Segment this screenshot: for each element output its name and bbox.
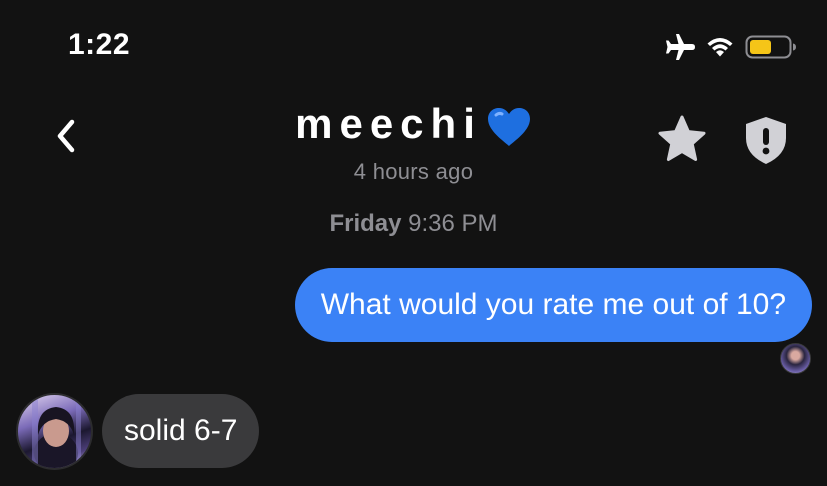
contact-name: meechi: [295, 100, 482, 147]
airplane-mode-icon: [663, 32, 695, 62]
contact-avatar[interactable]: [16, 393, 93, 470]
wifi-icon: [705, 35, 735, 59]
avatar-photo: [32, 395, 81, 468]
status-time: 1:22: [68, 28, 131, 61]
date-divider: Friday 9:36 PM: [0, 210, 827, 238]
star-icon: [656, 115, 708, 170]
incoming-message-bubble[interactable]: solid 6-7: [102, 394, 260, 468]
favorite-button[interactable]: [656, 114, 708, 166]
read-receipt-avatar: [780, 343, 811, 374]
blue-heart-icon: [486, 106, 532, 153]
chat-screen: 1:22 meechi 4 hours ago Friday 9:36 PM W…: [0, 0, 827, 486]
date-divider-time: 9:36 PM: [408, 210, 498, 237]
date-divider-day: Friday: [329, 210, 402, 237]
shield-alert-icon: [742, 117, 790, 170]
safety-button[interactable]: [742, 114, 790, 166]
outgoing-message-bubble[interactable]: What would you rate me out of 10?: [294, 268, 812, 342]
battery-icon: [745, 34, 797, 60]
status-icons: [663, 32, 797, 62]
